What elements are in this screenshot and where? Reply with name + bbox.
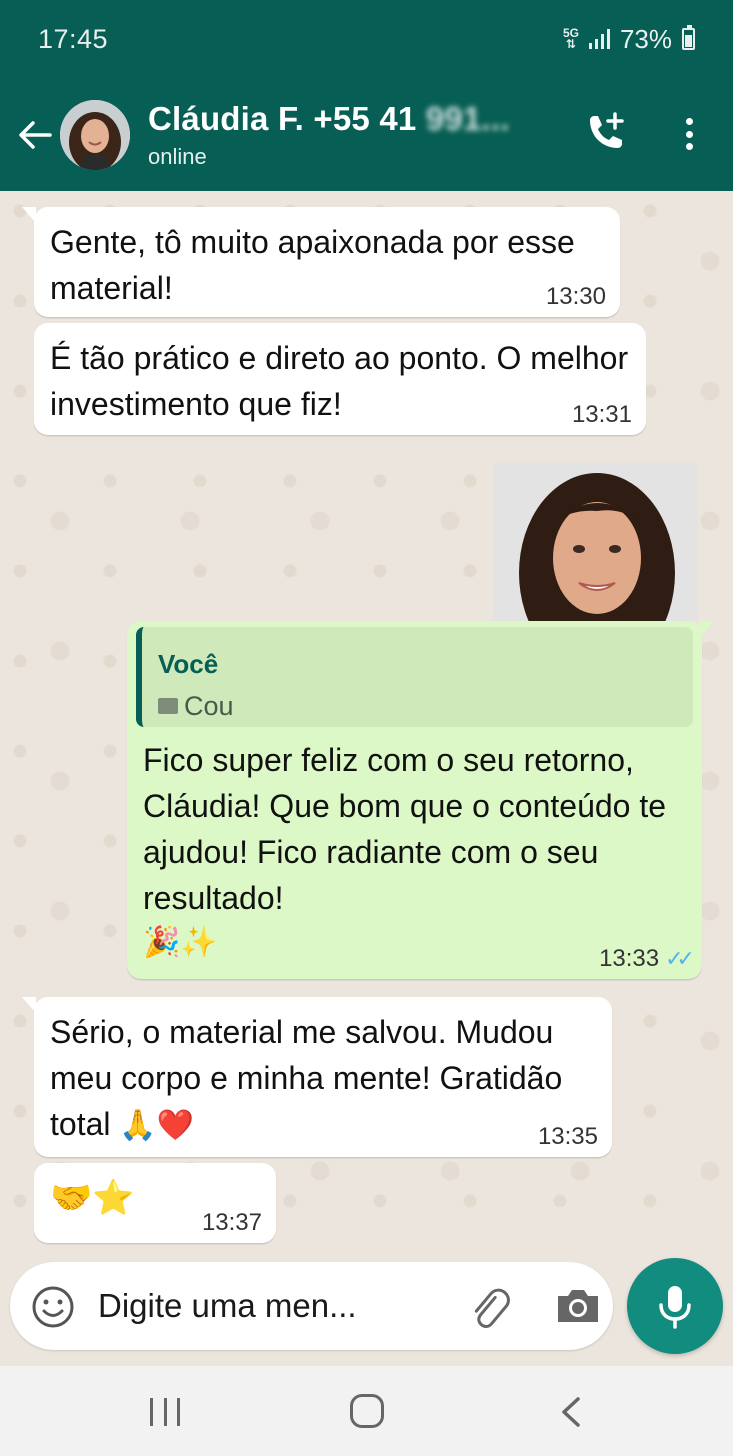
quote-text: Cou: [184, 691, 234, 721]
message-time: 13:33: [599, 945, 660, 972]
status-indicators: 5G ⇅ 73%: [563, 24, 695, 55]
quoted-message[interactable]: Você Cou: [136, 627, 693, 727]
camera-icon: [558, 1290, 598, 1322]
message-time-row: 13:33 ✓✓: [599, 945, 695, 973]
contact-number-blurred: 991...: [425, 99, 510, 137]
chat-header: Cláudia F. +55 41 991... online: [0, 78, 733, 191]
chat-area[interactable]: Gente, tô muito apaixonada por esse mate…: [0, 191, 733, 1366]
avatar-photo: [60, 99, 130, 170]
contact-name: Cláudia F. +55 41 991...: [148, 100, 510, 138]
message-time: 13:37: [201, 1209, 262, 1236]
contact-info[interactable]: Cláudia F. +55 41 991... online: [148, 100, 510, 170]
message-text: Gente, tô muito apaixonada por esse mate…: [50, 224, 575, 306]
network-label: 5G: [562, 26, 579, 40]
recent-apps-icon: [150, 1398, 153, 1426]
shared-photo: [493, 463, 698, 621]
message-body: Fico super feliz com o seu retorno, Cláu…: [143, 737, 683, 965]
image-thumbnail-icon: [158, 698, 178, 714]
camera-button[interactable]: [554, 1286, 602, 1326]
recent-apps-button[interactable]: [150, 1398, 180, 1426]
status-time: 17:45: [38, 23, 109, 54]
attach-clip-icon: [474, 1288, 510, 1329]
quote-author: Você: [158, 649, 219, 679]
message-text: Fico super feliz com o seu retorno, Cláu…: [143, 742, 667, 916]
contact-name-text: Cláudia F. +55 41: [148, 99, 417, 137]
message-incoming[interactable]: Sério, o material me salvou. Mudou meu c…: [22, 997, 612, 1157]
message-time: 13:30: [545, 283, 606, 310]
message-composer: [10, 1262, 613, 1350]
nav-back-icon: [562, 1397, 580, 1427]
more-options-button[interactable]: [676, 114, 702, 154]
home-button[interactable]: [350, 1394, 384, 1428]
emoji-button[interactable]: [30, 1284, 76, 1330]
read-ticks-icon: ✓✓: [665, 946, 695, 971]
system-nav-bar: [0, 1366, 733, 1456]
back-arrow-icon: [19, 120, 52, 149]
contact-status: online: [148, 143, 207, 169]
message-text: É tão prático e direto ao ponto. O melho…: [50, 340, 629, 422]
message-time: 13:35: [537, 1123, 598, 1150]
message-time: 13:31: [571, 401, 632, 428]
add-call-icon: [590, 112, 624, 148]
message-outgoing[interactable]: Você Cou Fico super feliz com o seu reto…: [127, 621, 714, 979]
mic-icon: [659, 1286, 691, 1329]
network-5g-icon: 5G ⇅: [562, 26, 579, 51]
battery-icon: [682, 25, 695, 50]
add-call-button[interactable]: [582, 110, 628, 156]
quote-text-row: Cou: [158, 683, 234, 729]
contact-avatar[interactable]: [60, 99, 130, 170]
attach-button[interactable]: [466, 1284, 512, 1330]
status-bar: 17:45 5G ⇅ 73%: [0, 0, 733, 78]
mic-button[interactable]: [627, 1258, 723, 1354]
more-vert-icon: [685, 118, 693, 125]
message-image[interactable]: [493, 463, 698, 621]
message-emoji: 🤝⭐: [50, 1179, 135, 1217]
back-button[interactable]: [10, 105, 60, 165]
message-incoming[interactable]: 🤝⭐ 13:37: [34, 1163, 276, 1243]
signal-icon: [588, 29, 610, 49]
message-emoji: 🙏❤️: [119, 1109, 195, 1142]
nav-back-button[interactable]: [556, 1396, 586, 1428]
message-incoming[interactable]: É tão prático e direto ao ponto. O melho…: [34, 323, 646, 435]
message-incoming[interactable]: Gente, tô muito apaixonada por esse mate…: [22, 207, 620, 317]
message-input[interactable]: [98, 1280, 438, 1332]
emoji-icon: [32, 1286, 74, 1328]
battery-percent: 73%: [619, 23, 672, 54]
